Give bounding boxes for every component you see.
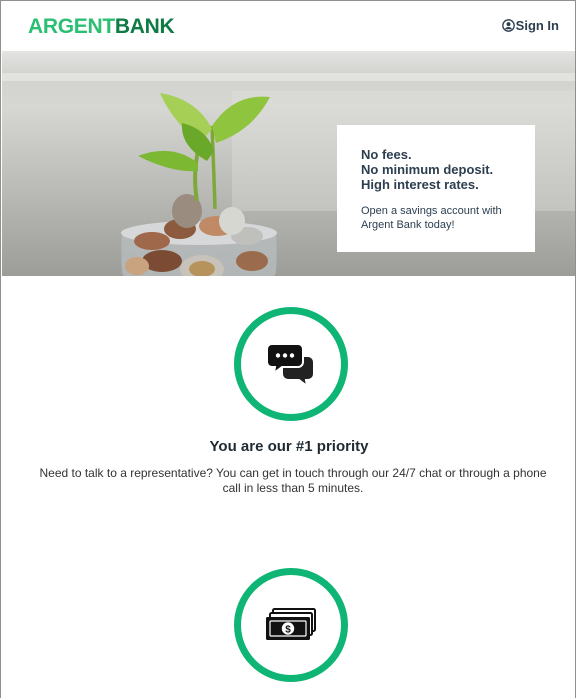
promo-card: No fees. No minimum deposit. High intere… [337,125,535,252]
header: ARGENTBANK Sign In [1,1,575,51]
money-icon: $ [266,608,316,640]
promo-headline-interest: High interest rates. [361,177,479,192]
argent-bank-logo[interactable]: ARGENTBANK [28,15,175,39]
sign-in-link[interactable]: Sign In [501,18,559,33]
promo-headline-no-minimum: No minimum deposit. [361,162,494,177]
feature-text-priority: Need to talk to a representative? You ca… [39,466,547,495]
promo-headline-no-fees: No fees. [361,147,412,162]
logo-text-argent: ARGENT [28,15,115,38]
sign-in-label: Sign In [515,18,559,33]
user-circle-icon [501,19,515,32]
logo-text-bank: BANK [114,15,175,38]
page: ARGENTBANK Sign In No fees. No minimum d… [0,0,576,698]
chat-icon [266,343,315,386]
feature-icon-circle-money: $ [234,568,348,682]
svg-text:$: $ [285,625,291,636]
feature-icon-circle-chat [234,307,348,421]
hero-banner: No fees. No minimum deposit. High intere… [2,51,575,276]
promo-body: Open a savings account with Argent Bank … [361,205,502,231]
feature-title-priority: You are our #1 priority [209,438,369,455]
